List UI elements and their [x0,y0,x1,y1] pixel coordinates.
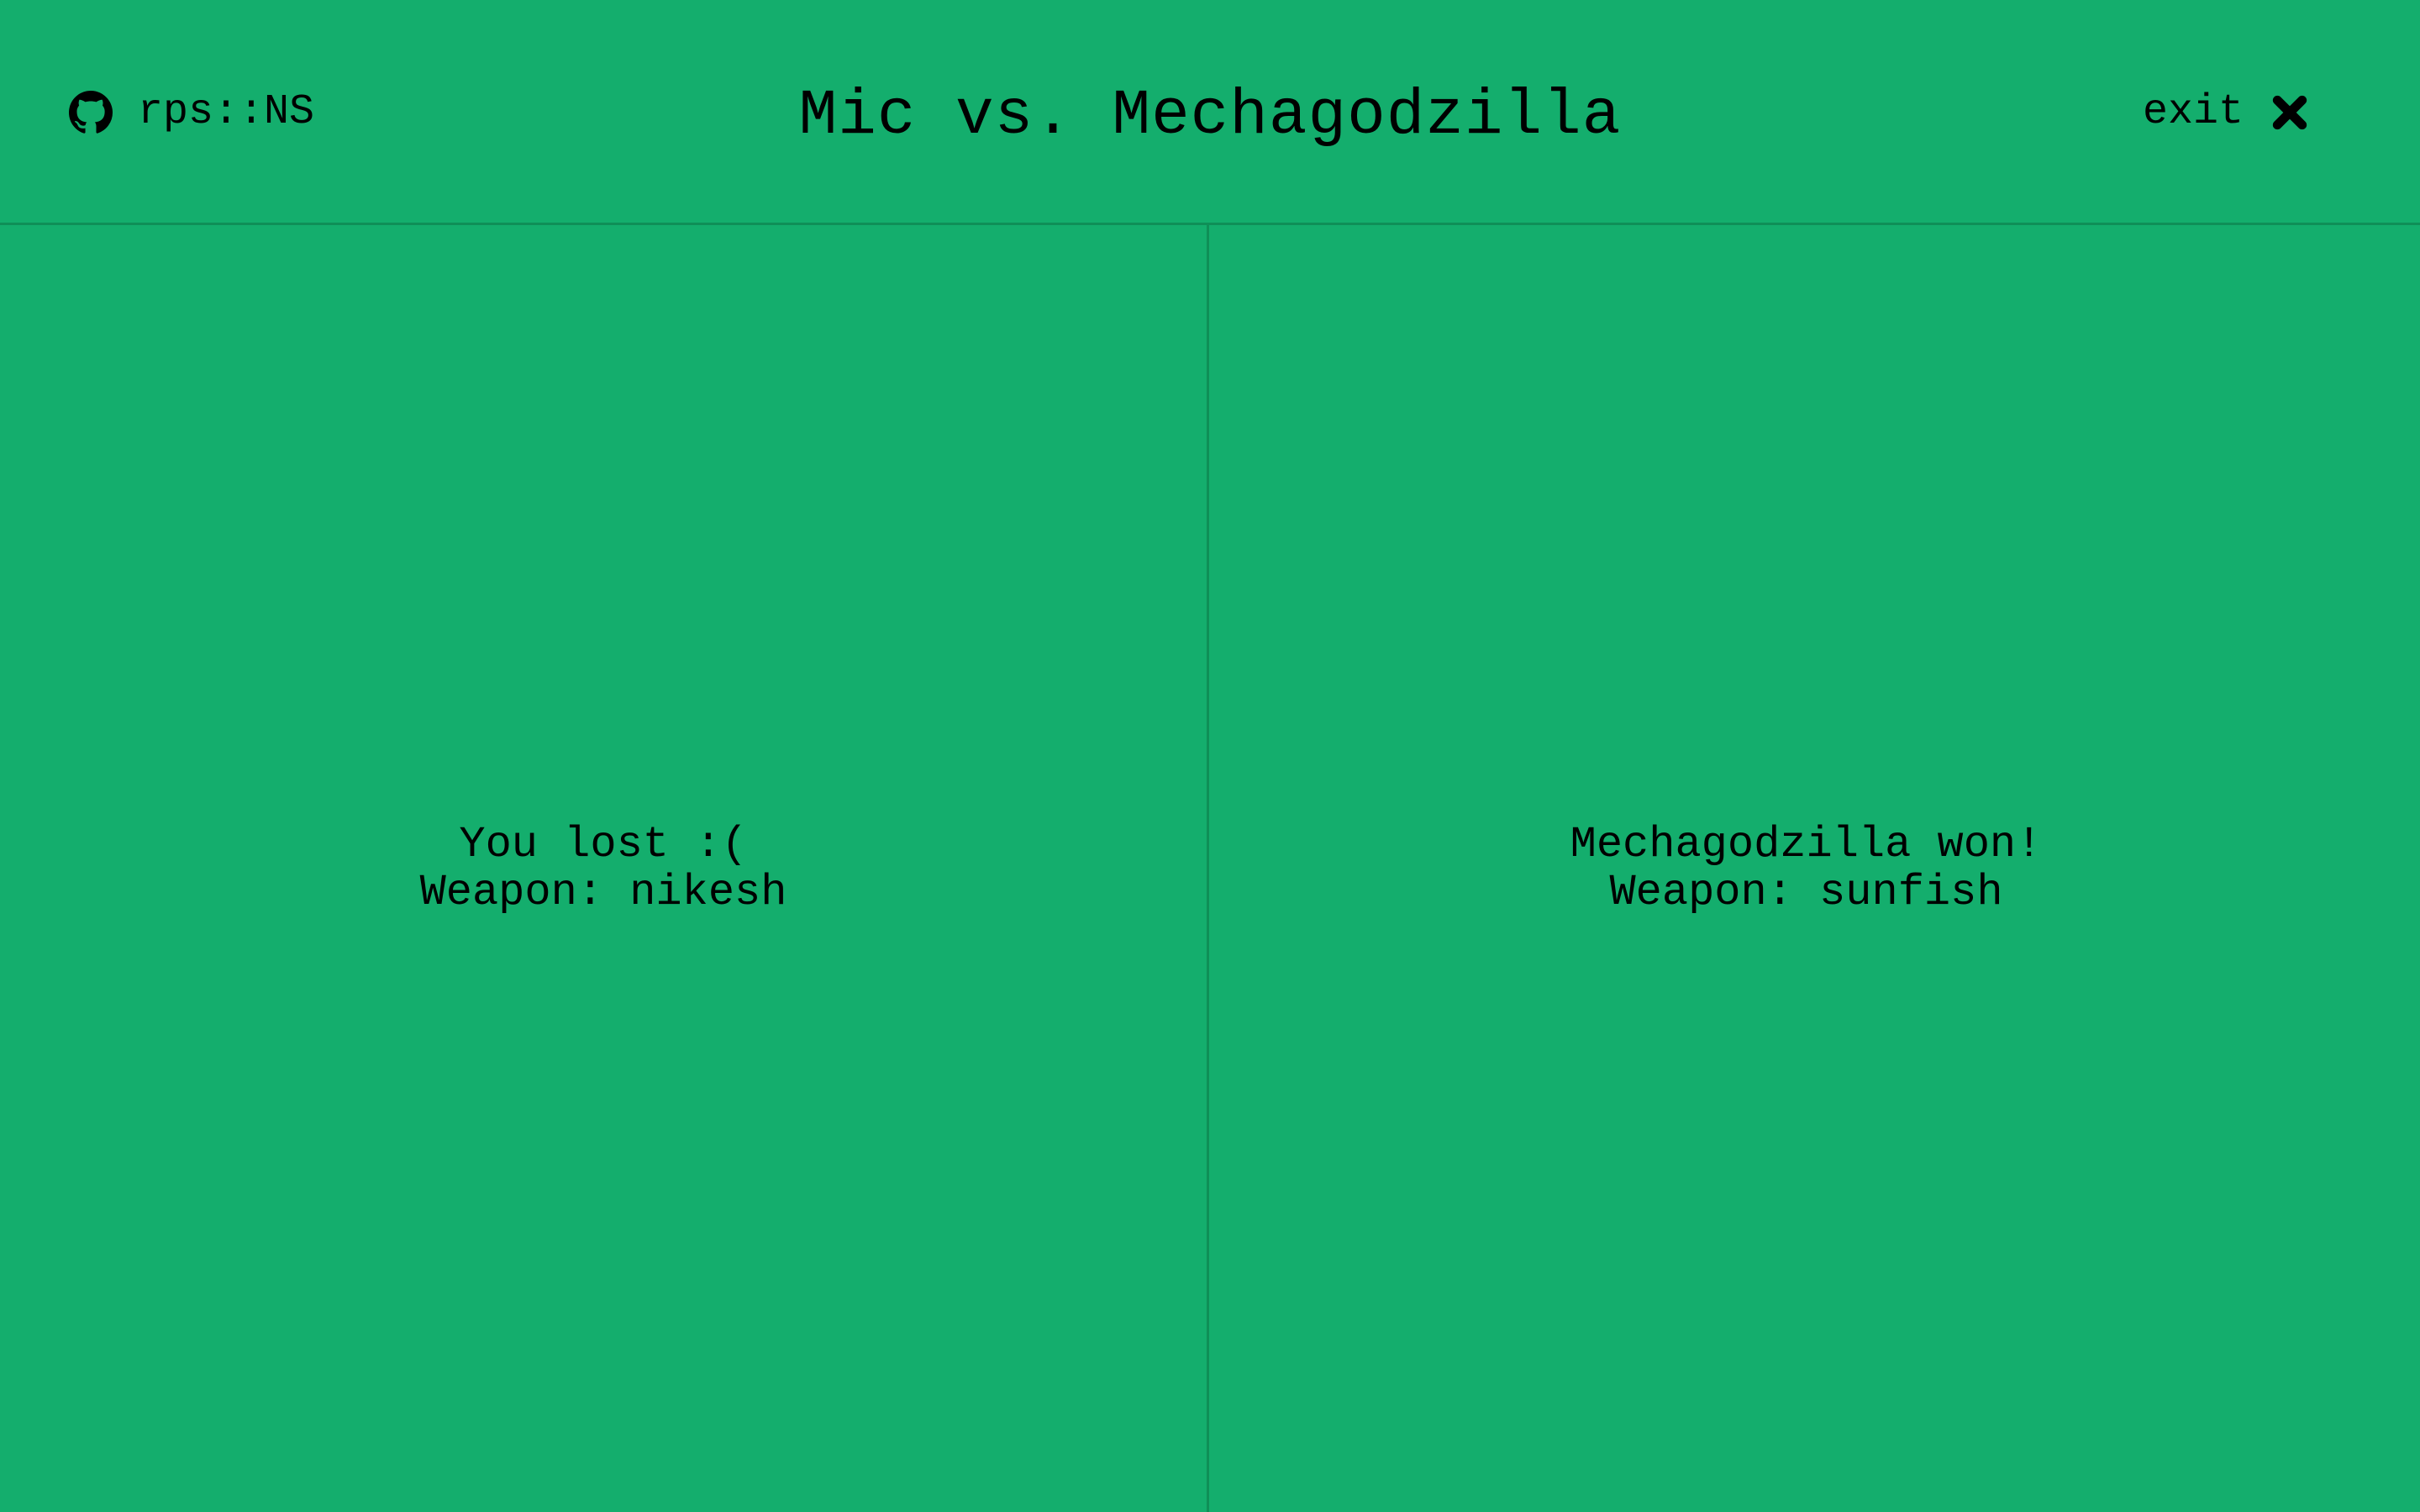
player-weapon: Weapon: nikesh [419,868,787,917]
exit-label: exit [2142,88,2244,136]
player-panel: You lost :(Weapon: nikesh [0,225,1207,1512]
close-icon [2272,95,2307,130]
exit-button[interactable]: exit [2143,87,2307,138]
opponent-result: Mechagodzilla won! Weapon: sunfish [1570,821,2043,916]
opponent-weapon: Weapon: sunfish [1609,868,2003,917]
header-bar: rps::NS Mic vs. Mechagodzilla exit [0,0,2420,225]
opponent-status: Mechagodzilla won! [1570,820,2043,869]
player-status: You lost :( [459,820,748,869]
page-title: Mic vs. Mechagodzilla [798,80,1622,152]
player-result: You lost :(Weapon: nikesh [420,821,787,916]
opponent-panel: Mechagodzilla won! Weapon: sunfish [1209,225,2420,1512]
